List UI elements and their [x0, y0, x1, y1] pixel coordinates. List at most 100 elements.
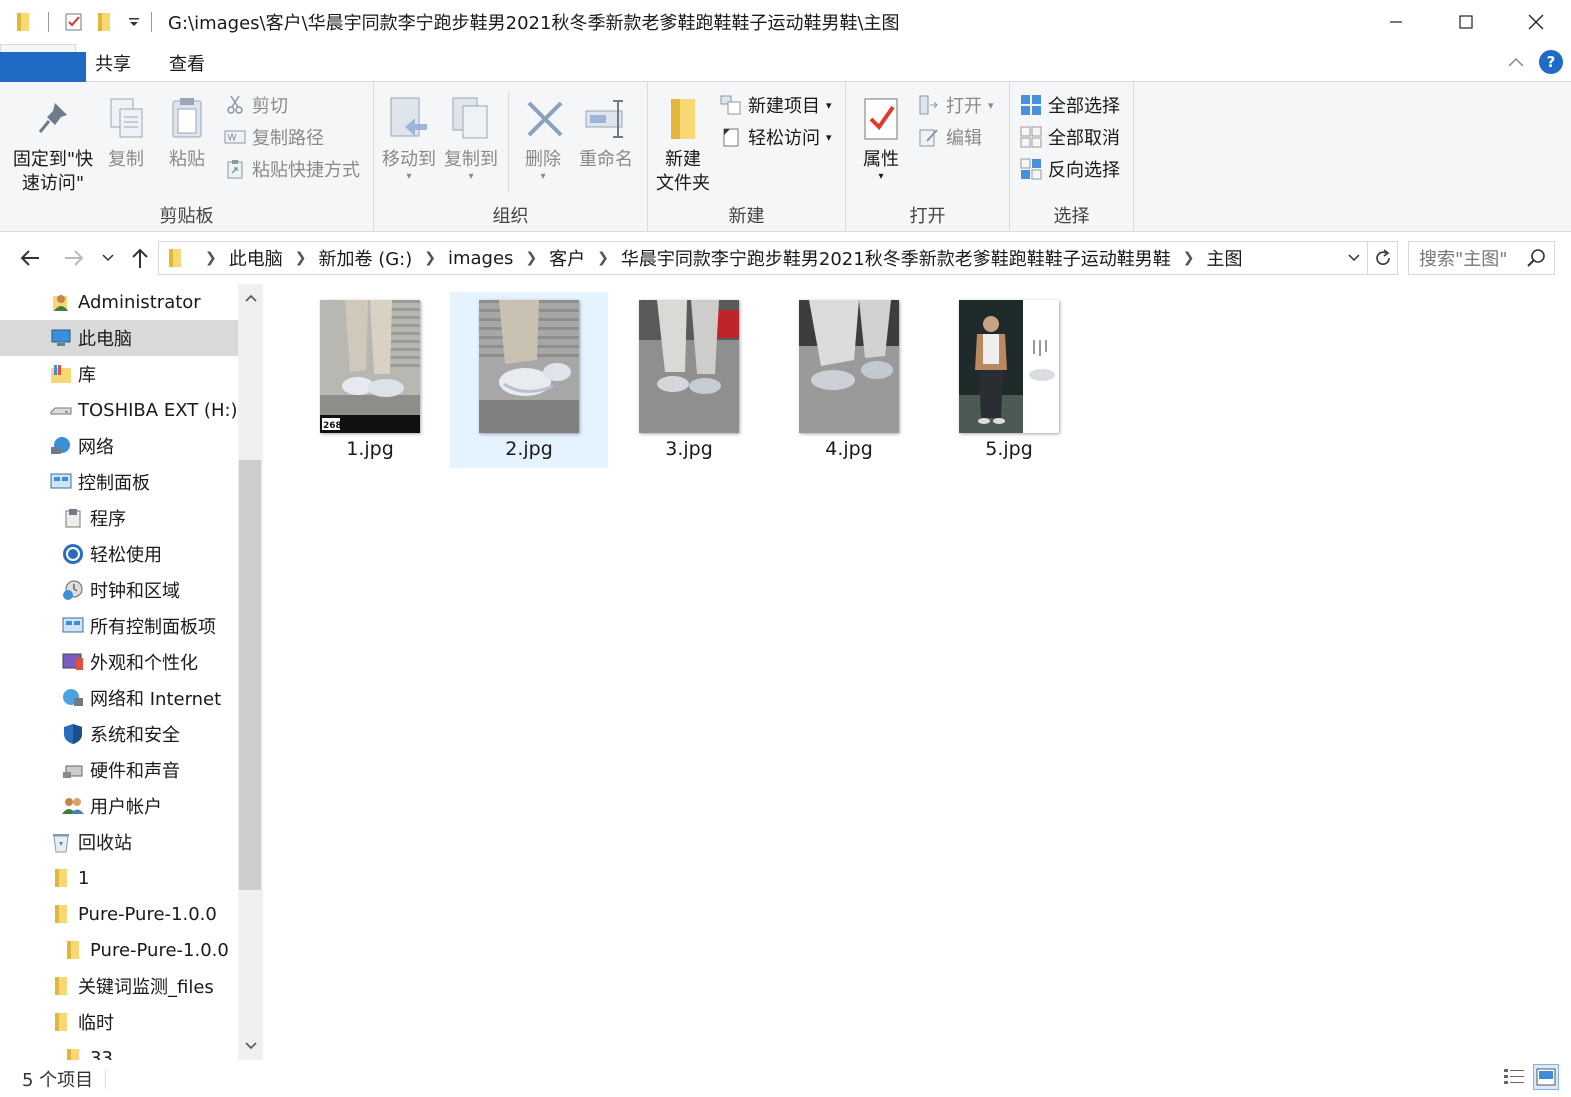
edit-button[interactable]: 编辑: [918, 122, 982, 152]
nav-item-label: 程序: [90, 509, 126, 530]
back-button[interactable]: [16, 244, 44, 272]
nav-item-programs[interactable]: 程序: [0, 500, 238, 536]
large-icons-view-icon[interactable]: [1533, 1064, 1559, 1090]
properties-button[interactable]: 属性 ▾: [854, 90, 908, 182]
nav-item-this-pc[interactable]: 此电脑: [0, 320, 238, 356]
new-item-button[interactable]: 新建项目 ▾: [720, 90, 832, 120]
scroll-thumb[interactable]: [239, 460, 261, 890]
pin-label-line1: 固定到"快: [12, 149, 94, 170]
customize-dropdown-icon[interactable]: [123, 11, 145, 33]
chevron-right-icon[interactable]: ❯: [424, 250, 436, 266]
tab-view[interactable]: 查看: [150, 44, 224, 81]
select-none-button[interactable]: 全部取消: [1020, 122, 1120, 152]
forward-button[interactable]: [60, 244, 88, 272]
scroll-down-button[interactable]: [238, 1034, 263, 1058]
file-name[interactable]: 5.jpg: [930, 438, 1088, 460]
scroll-up-button[interactable]: [238, 286, 263, 310]
breadcrumb-drive[interactable]: 新加卷 (G:): [318, 245, 412, 271]
breadcrumb-main-images[interactable]: 主图: [1206, 245, 1242, 271]
breadcrumb-this-pc[interactable]: 此电脑: [229, 245, 283, 271]
recent-locations-button[interactable]: [96, 244, 120, 272]
nav-item-network-internet[interactable]: 网络和 Internet: [0, 680, 238, 716]
file-name[interactable]: 4.jpg: [770, 438, 928, 460]
nav-item-control-panel[interactable]: 控制面板: [0, 464, 238, 500]
paste-shortcut-button[interactable]: 粘贴快捷方式: [224, 154, 360, 184]
chevron-right-icon[interactable]: ❯: [1183, 250, 1195, 266]
navigation-pane[interactable]: Administrator 此电脑 库 TOSHIBA EXT (H:) 网络 …: [0, 284, 238, 1060]
easy-access-button[interactable]: 轻松访问 ▾: [720, 122, 832, 152]
nav-item-folder-33[interactable]: 33: [0, 1040, 238, 1060]
invert-selection-button[interactable]: 反向选择: [1020, 154, 1120, 184]
delete-button[interactable]: 删除 ▾: [520, 90, 566, 182]
move-to-button[interactable]: 移动到 ▾: [380, 90, 438, 182]
nav-item-label: 1: [78, 867, 90, 889]
copy-to-dropdown-icon: ▾: [468, 171, 474, 182]
file-item[interactable]: 3.jpg: [610, 292, 768, 468]
file-item-selected[interactable]: 2.jpg: [450, 292, 608, 468]
copy-button[interactable]: 复制: [102, 90, 150, 172]
tab-share[interactable]: 共享: [76, 44, 150, 81]
file-thumbnail: [799, 300, 899, 433]
nav-item-clock-region[interactable]: 时钟和区域: [0, 572, 238, 608]
cut-button[interactable]: 剪切: [224, 90, 288, 120]
search-input[interactable]: 搜索"主图": [1408, 241, 1555, 275]
refresh-button[interactable]: [1367, 242, 1397, 274]
file-name[interactable]: 2.jpg: [450, 438, 608, 460]
pin-quick-access-button[interactable]: 固定到"快 速访问": [8, 90, 98, 196]
rename-button[interactable]: 重命名: [576, 90, 636, 172]
new-folder-button[interactable]: 新建 文件夹: [652, 90, 714, 196]
collapse-ribbon-icon[interactable]: [1507, 52, 1525, 73]
status-bar: 5 个项目: [0, 1060, 1571, 1097]
nav-item-temp[interactable]: 临时: [0, 1004, 238, 1040]
help-icon[interactable]: ?: [1539, 50, 1563, 74]
file-name[interactable]: 3.jpg: [610, 438, 768, 460]
copy-to-button[interactable]: 复制到 ▾: [442, 90, 500, 182]
nav-item-all-control-panel[interactable]: 所有控制面板项: [0, 608, 238, 644]
breadcrumb-customer[interactable]: 客户: [549, 245, 585, 271]
chevron-right-icon[interactable]: ❯: [597, 250, 609, 266]
file-item[interactable]: 268 1.jpg: [291, 292, 449, 468]
nav-item-network[interactable]: 网络: [0, 428, 238, 464]
nav-item-administrator[interactable]: Administrator: [0, 284, 238, 320]
easy-access-icon: [720, 126, 742, 148]
users-icon: [62, 795, 84, 817]
nav-item-pure-pure[interactable]: Pure-Pure-1.0.0: [0, 896, 238, 932]
up-button[interactable]: [126, 244, 154, 272]
close-button[interactable]: [1501, 0, 1571, 44]
properties-icon[interactable]: [63, 11, 85, 33]
nav-item-hardware-sound[interactable]: 硬件和声音: [0, 752, 238, 788]
file-item[interactable]: 5.jpg: [930, 292, 1088, 468]
chevron-right-icon[interactable]: ❯: [295, 250, 307, 266]
nav-item-recycle-bin[interactable]: 回收站: [0, 824, 238, 860]
copy-path-button[interactable]: 复制路径: [224, 122, 324, 152]
file-name[interactable]: 1.jpg: [291, 438, 449, 460]
new-folder-icon[interactable]: [93, 11, 115, 33]
clock-icon: [62, 579, 84, 601]
nav-item-libraries[interactable]: 库: [0, 356, 238, 392]
nav-item-appearance[interactable]: 外观和个性化: [0, 644, 238, 680]
address-bar[interactable]: ❯ 此电脑 ❯ 新加卷 (G:) ❯ images ❯ 客户 ❯ 华晨宇同款李宁…: [158, 241, 1398, 275]
nav-item-folder-1[interactable]: 1: [0, 860, 238, 896]
network-icon: [50, 435, 72, 457]
address-history-dropdown[interactable]: [1341, 254, 1367, 262]
nav-item-pure-pure-sub[interactable]: Pure-Pure-1.0.0: [0, 932, 238, 968]
file-item[interactable]: 4.jpg: [770, 292, 928, 468]
select-all-button[interactable]: 全部选择: [1020, 90, 1120, 120]
nav-item-ease-of-access[interactable]: 轻松使用: [0, 536, 238, 572]
nav-item-system-security[interactable]: 系统和安全: [0, 716, 238, 752]
chevron-right-icon[interactable]: ❯: [525, 250, 537, 266]
nav-item-user-accounts[interactable]: 用户帐户: [0, 788, 238, 824]
file-list[interactable]: 268 1.jpg 2.jpg 3.jpg 4.jpg 5.jpg: [265, 284, 1571, 1060]
rename-icon: [581, 90, 631, 148]
minimize-button[interactable]: [1361, 0, 1431, 44]
breadcrumb-product-folder[interactable]: 华晨宇同款李宁跑步鞋男2021秋冬季新款老爹鞋跑鞋鞋子运动鞋男鞋: [621, 245, 1171, 271]
divider: [151, 12, 152, 32]
details-view-icon[interactable]: [1501, 1064, 1527, 1090]
maximize-button[interactable]: [1431, 0, 1501, 44]
nav-scrollbar[interactable]: [238, 284, 263, 1060]
open-button[interactable]: 打开 ▾: [918, 90, 994, 120]
nav-item-keyword-files[interactable]: 关键词监测_files: [0, 968, 238, 1004]
breadcrumb-images[interactable]: images: [448, 248, 513, 269]
paste-button[interactable]: 粘贴: [162, 90, 212, 172]
nav-item-toshiba-drive[interactable]: TOSHIBA EXT (H:): [0, 392, 238, 428]
